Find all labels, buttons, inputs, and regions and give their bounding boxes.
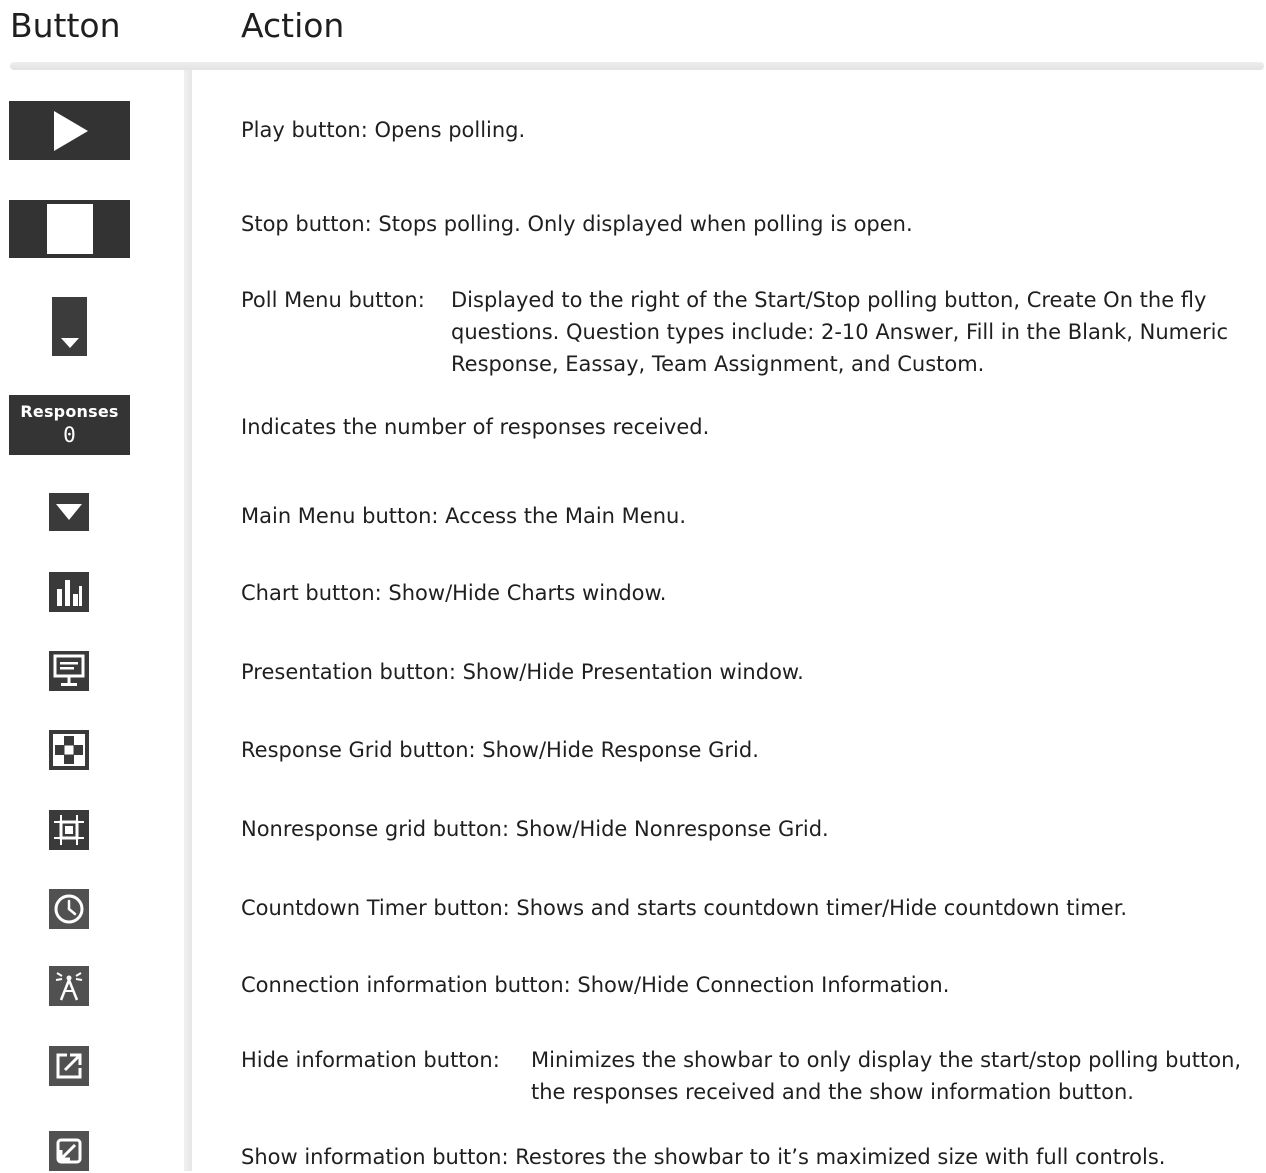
poll-menu-label: Poll Menu button: [241,288,425,312]
presentation-icon [53,654,85,686]
chart-button[interactable] [49,572,89,612]
nonresponse-grid-description: Nonresponse grid button: Show/Hide Nonre… [241,817,829,841]
connection-info-description: Connection information button: Show/Hide… [241,973,950,997]
clock-icon [54,894,84,924]
response-grid-button[interactable] [49,730,89,770]
caret-down-icon [60,338,79,348]
stop-description: Stop button: Stops polling. Only display… [241,212,913,236]
main-menu-description: Main Menu button: Access the Main Menu. [241,504,686,528]
show-info-description: Show information button: Restores the sh… [241,1145,1166,1169]
play-button[interactable] [9,101,130,160]
nonresponse-grid-button[interactable] [49,810,89,850]
column-divider [184,70,192,1171]
poll-menu-description: Poll Menu button: Displayed to the right… [241,284,1251,380]
poll-menu-text: Displayed to the right of the Start/Stop… [451,288,1229,376]
bar-chart-icon [57,580,82,606]
countdown-timer-description: Countdown Timer button: Shows and starts… [241,896,1128,920]
play-icon [53,110,88,151]
main-menu-button[interactable] [49,493,89,531]
hide-info-text: Minimizes the showbar to only display th… [531,1048,1242,1104]
show-info-button[interactable] [49,1131,89,1171]
responses-counter: Responses 0 [9,395,130,455]
stop-icon [46,204,93,254]
restore-icon [56,1138,82,1164]
stop-button[interactable] [9,200,130,258]
chart-description: Chart button: Show/Hide Charts window. [241,581,667,605]
connection-info-button[interactable] [49,966,89,1006]
presentation-button[interactable] [49,651,89,691]
antenna-icon [55,972,83,1001]
countdown-timer-button[interactable] [49,889,89,929]
column-header-button: Button [10,6,121,45]
triangle-down-icon [56,504,82,520]
table-header: Button Action [0,0,1266,70]
crop-frame-icon [54,815,84,845]
column-header-action: Action [241,6,345,45]
header-divider [10,62,1264,70]
external-link-icon [56,1053,82,1079]
hide-info-description: Hide information button: Minimizes the s… [241,1044,1259,1108]
responses-description: Indicates the number of responses receiv… [241,415,710,439]
response-grid-description: Response Grid button: Show/Hide Response… [241,738,759,762]
hide-info-label: Hide information button: [241,1048,500,1072]
checkerboard-icon [53,734,85,766]
presentation-description: Presentation button: Show/Hide Presentat… [241,660,804,684]
poll-menu-button[interactable] [52,297,87,356]
responses-count: 0 [63,423,76,447]
hide-info-button[interactable] [49,1046,89,1086]
play-description: Play button: Opens polling. [241,118,526,142]
responses-label: Responses [20,402,119,421]
